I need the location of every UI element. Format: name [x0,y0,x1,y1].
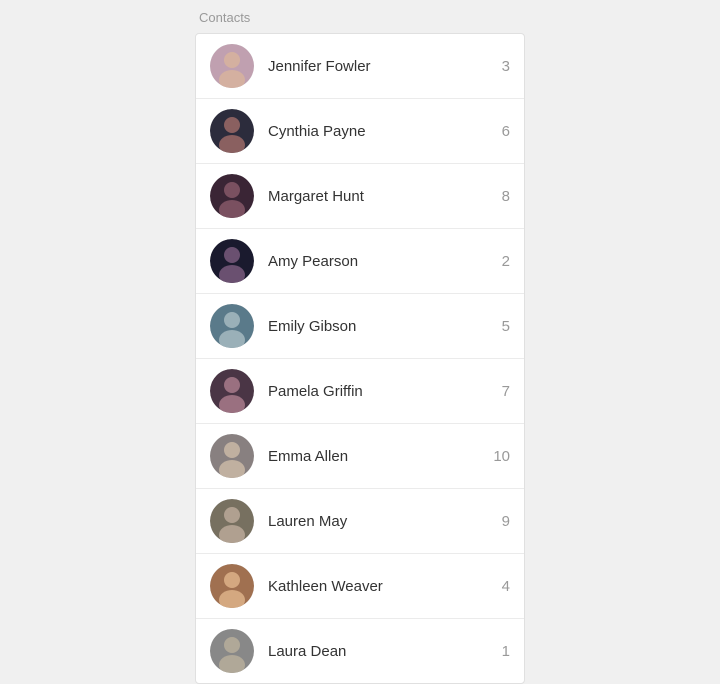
contact-count: 4 [490,578,510,595]
contact-name: Margaret Hunt [268,188,490,205]
contact-item[interactable]: Kathleen Weaver4 [196,554,524,619]
contact-name: Jennifer Fowler [268,58,490,75]
avatar [210,369,254,413]
contact-name: Laura Dean [268,643,490,660]
contact-item[interactable]: Cynthia Payne6 [196,99,524,164]
contact-count: 2 [490,253,510,270]
contact-name: Kathleen Weaver [268,578,490,595]
contact-item[interactable]: Pamela Griffin7 [196,359,524,424]
contact-item[interactable]: Emily Gibson5 [196,294,524,359]
contact-item[interactable]: Jennifer Fowler3 [196,34,524,99]
avatar [210,239,254,283]
contact-count: 9 [490,513,510,530]
contact-item[interactable]: Lauren May9 [196,489,524,554]
contact-item[interactable]: Amy Pearson2 [196,229,524,294]
avatar [210,109,254,153]
avatar [210,499,254,543]
contact-name: Lauren May [268,513,490,530]
contacts-header: Contacts [195,10,525,25]
contact-item[interactable]: Emma Allen10 [196,424,524,489]
contact-item[interactable]: Margaret Hunt8 [196,164,524,229]
avatar [210,434,254,478]
avatar [210,44,254,88]
contact-name: Emma Allen [268,448,490,465]
contact-count: 5 [490,318,510,335]
avatar [210,629,254,673]
contact-name: Amy Pearson [268,253,490,270]
contact-name: Cynthia Payne [268,123,490,140]
contact-item[interactable]: Laura Dean1 [196,619,524,683]
avatar [210,304,254,348]
contacts-list: Jennifer Fowler3Cynthia Payne6Margaret H… [195,33,525,684]
contact-count: 1 [490,643,510,660]
contacts-container: Contacts Jennifer Fowler3Cynthia Payne6M… [195,10,525,684]
contact-count: 8 [490,188,510,205]
contact-name: Pamela Griffin [268,383,490,400]
contact-count: 6 [490,123,510,140]
contact-count: 7 [490,383,510,400]
avatar [210,174,254,218]
contact-count: 3 [490,58,510,75]
contact-name: Emily Gibson [268,318,490,335]
contact-count: 10 [490,448,510,465]
avatar [210,564,254,608]
